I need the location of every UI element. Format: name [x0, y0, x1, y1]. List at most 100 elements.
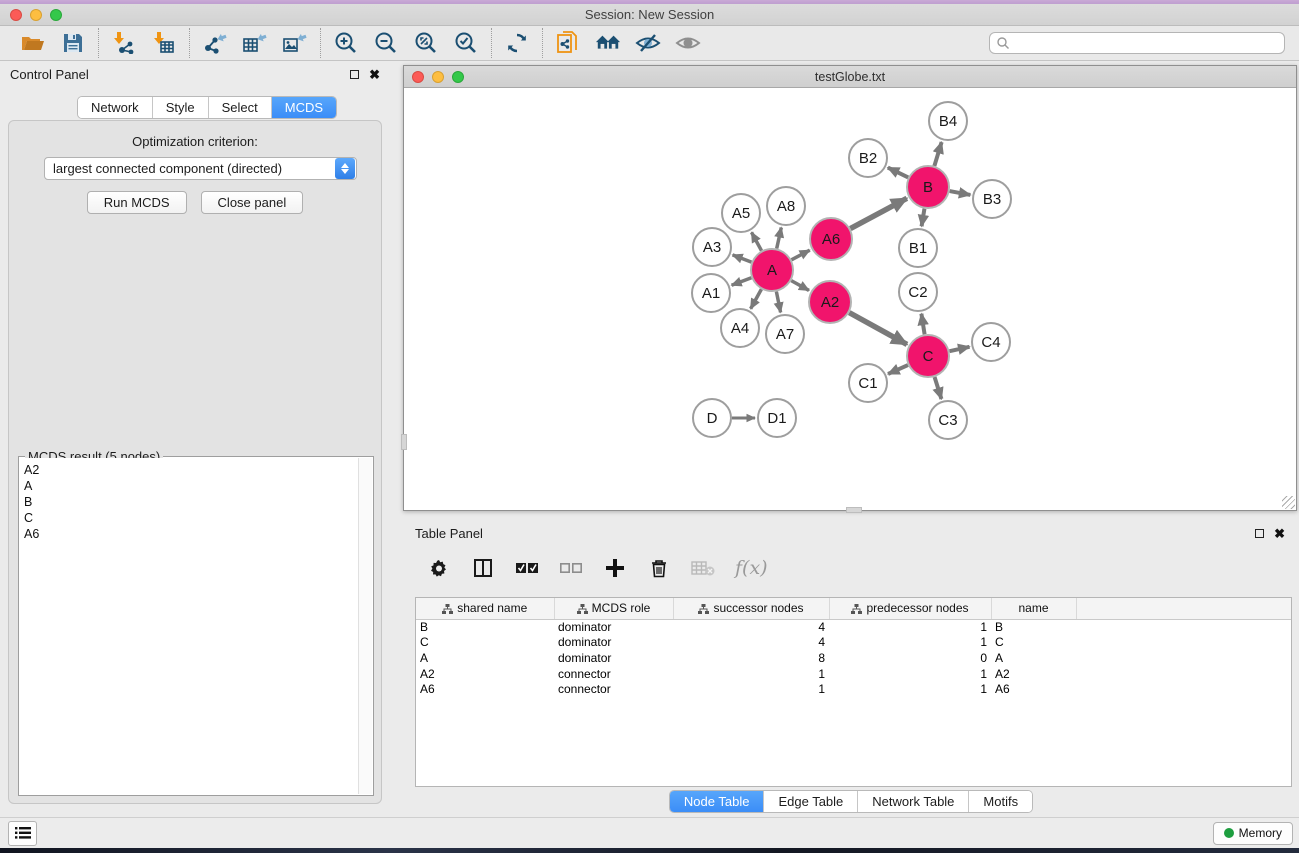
tab-network-table[interactable]: Network Table: [858, 791, 969, 812]
zoom-out-icon[interactable]: [373, 30, 399, 56]
export-network-icon[interactable]: [202, 30, 228, 56]
column-header-mcds-role[interactable]: MCDS role: [554, 598, 673, 619]
result-item[interactable]: B: [24, 494, 354, 510]
select-all-icon[interactable]: [515, 556, 539, 580]
memory-status-icon: [1224, 828, 1234, 838]
export-image-icon[interactable]: [282, 30, 308, 56]
graph-node-label-A: A: [767, 262, 777, 279]
column-header-shared-name[interactable]: shared name: [416, 598, 554, 619]
criterion-dropdown[interactable]: largest connected component (directed): [44, 157, 357, 180]
tab-style[interactable]: Style: [153, 97, 209, 118]
column-header-successor-nodes[interactable]: successor nodes: [673, 598, 829, 619]
table-header-row: shared name MCDS role successor nodes pr…: [416, 598, 1291, 619]
close-panel-icon[interactable]: ✖: [369, 70, 380, 79]
zoom-in-icon[interactable]: [333, 30, 359, 56]
graph-node-label-A5: A5: [732, 205, 750, 222]
result-item[interactable]: C: [24, 510, 354, 526]
graph-edge-A-A5[interactable]: [752, 232, 762, 250]
splitter-handle-left[interactable]: [401, 434, 407, 450]
tab-mcds[interactable]: MCDS: [272, 97, 336, 118]
import-network-icon[interactable]: [111, 30, 137, 56]
graph-edge-C-C1[interactable]: [888, 365, 908, 374]
houses-icon[interactable]: [595, 30, 621, 56]
float-table-panel-icon[interactable]: [1255, 529, 1264, 538]
duplicate-network-icon[interactable]: [555, 30, 581, 56]
result-item[interactable]: A2: [24, 462, 354, 478]
export-table-icon[interactable]: [242, 30, 268, 56]
tab-network[interactable]: Network: [78, 97, 153, 118]
zoom-fit-icon[interactable]: [413, 30, 439, 56]
graph-edge-B-B3[interactable]: [950, 191, 971, 195]
close-table-panel-icon[interactable]: ✖: [1274, 529, 1285, 538]
node-table[interactable]: shared name MCDS role successor nodes pr…: [415, 597, 1292, 787]
status-bar: Memory: [0, 817, 1299, 848]
table-row[interactable]: Bdominator41B: [416, 619, 1291, 635]
table-panel-header: Table Panel ✖: [403, 520, 1299, 546]
result-scrollbar[interactable]: [358, 458, 372, 794]
search-field[interactable]: [989, 32, 1285, 54]
task-history-button[interactable]: [8, 821, 37, 846]
network-window-titlebar[interactable]: testGlobe.txt: [404, 66, 1296, 88]
import-table-icon[interactable]: [151, 30, 177, 56]
graph-edge-B-B1[interactable]: [922, 209, 925, 227]
graph-edge-A-A4[interactable]: [751, 289, 762, 308]
graph-edge-B-B2[interactable]: [888, 168, 908, 178]
table-row[interactable]: Adominator80A: [416, 650, 1291, 666]
graph-edge-C-C3[interactable]: [935, 377, 942, 399]
search-input[interactable]: [1010, 36, 1284, 50]
resize-grip[interactable]: [1282, 496, 1295, 509]
tab-motifs[interactable]: Motifs: [969, 791, 1032, 812]
graph-node-label-A3: A3: [703, 239, 721, 256]
graph-node-label-B1: B1: [909, 240, 927, 257]
run-mcds-button[interactable]: Run MCDS: [87, 191, 187, 214]
graph-edge-B-B4[interactable]: [934, 142, 941, 166]
tab-select[interactable]: Select: [209, 97, 272, 118]
float-panel-icon[interactable]: [350, 70, 359, 79]
memory-button[interactable]: Memory: [1213, 822, 1293, 845]
hide-eye-slash-icon[interactable]: [635, 30, 661, 56]
result-item[interactable]: A: [24, 478, 354, 494]
graph-edge-A-A2[interactable]: [791, 281, 809, 291]
task-list-icon: [15, 826, 31, 840]
graph-edge-C-C4[interactable]: [949, 347, 969, 351]
table-row[interactable]: A6connector11A6: [416, 681, 1291, 697]
graph-edge-A-A8[interactable]: [777, 227, 782, 248]
graph-node-label-D1: D1: [767, 410, 786, 427]
show-eye-icon[interactable]: [675, 30, 701, 56]
table-row[interactable]: Cdominator41C: [416, 635, 1291, 651]
graph-node-label-A2: A2: [821, 294, 839, 311]
graph-edge-A-A7[interactable]: [776, 292, 780, 313]
deselect-all-icon[interactable]: [559, 556, 583, 580]
optimization-criterion-label: Optimization criterion:: [9, 134, 381, 149]
graph-edge-C-C2[interactable]: [921, 314, 924, 335]
graph-edge-A-A3[interactable]: [733, 255, 752, 262]
table-row[interactable]: A2connector11A2: [416, 666, 1291, 682]
column-header-predecessor-nodes[interactable]: predecessor nodes: [829, 598, 991, 619]
criterion-dropdown-value: largest connected component (directed): [45, 161, 335, 176]
tab-edge-table[interactable]: Edge Table: [764, 791, 858, 812]
graph-edge-A2-C[interactable]: [849, 313, 907, 345]
window-title: Session: New Session: [0, 7, 1299, 22]
network-canvas[interactable]: B4B2BB3A8A5A6A3B1AA1C2A2A4A7C4CC1C3DD1: [404, 88, 1296, 510]
save-session-icon[interactable]: [60, 30, 86, 56]
control-panel-title: Control Panel: [10, 67, 89, 82]
delete-icon[interactable]: [647, 556, 671, 580]
graph-edge-A-A1[interactable]: [732, 278, 752, 285]
app-titlebar: Session: New Session: [0, 4, 1299, 26]
close-panel-button[interactable]: Close panel: [201, 191, 304, 214]
add-icon[interactable]: [603, 556, 627, 580]
result-item[interactable]: A6: [24, 526, 354, 542]
control-panel-header: Control Panel ✖: [0, 61, 390, 87]
zoom-selected-icon[interactable]: [453, 30, 479, 56]
graph-edge-A-A6[interactable]: [791, 250, 809, 260]
tab-node-table[interactable]: Node Table: [670, 791, 765, 812]
column-layout-icon[interactable]: [471, 556, 495, 580]
mcds-result-list[interactable]: A2 A B C A6: [20, 458, 358, 794]
refresh-icon[interactable]: [504, 30, 530, 56]
column-header-name[interactable]: name: [991, 598, 1076, 619]
splitter-handle-bottom[interactable]: [846, 507, 862, 513]
open-session-icon[interactable]: [20, 30, 46, 56]
graph-edge-A6-B[interactable]: [850, 198, 906, 228]
settings-gear-icon[interactable]: [427, 556, 451, 580]
function-builder-icon: f(x): [735, 557, 768, 579]
